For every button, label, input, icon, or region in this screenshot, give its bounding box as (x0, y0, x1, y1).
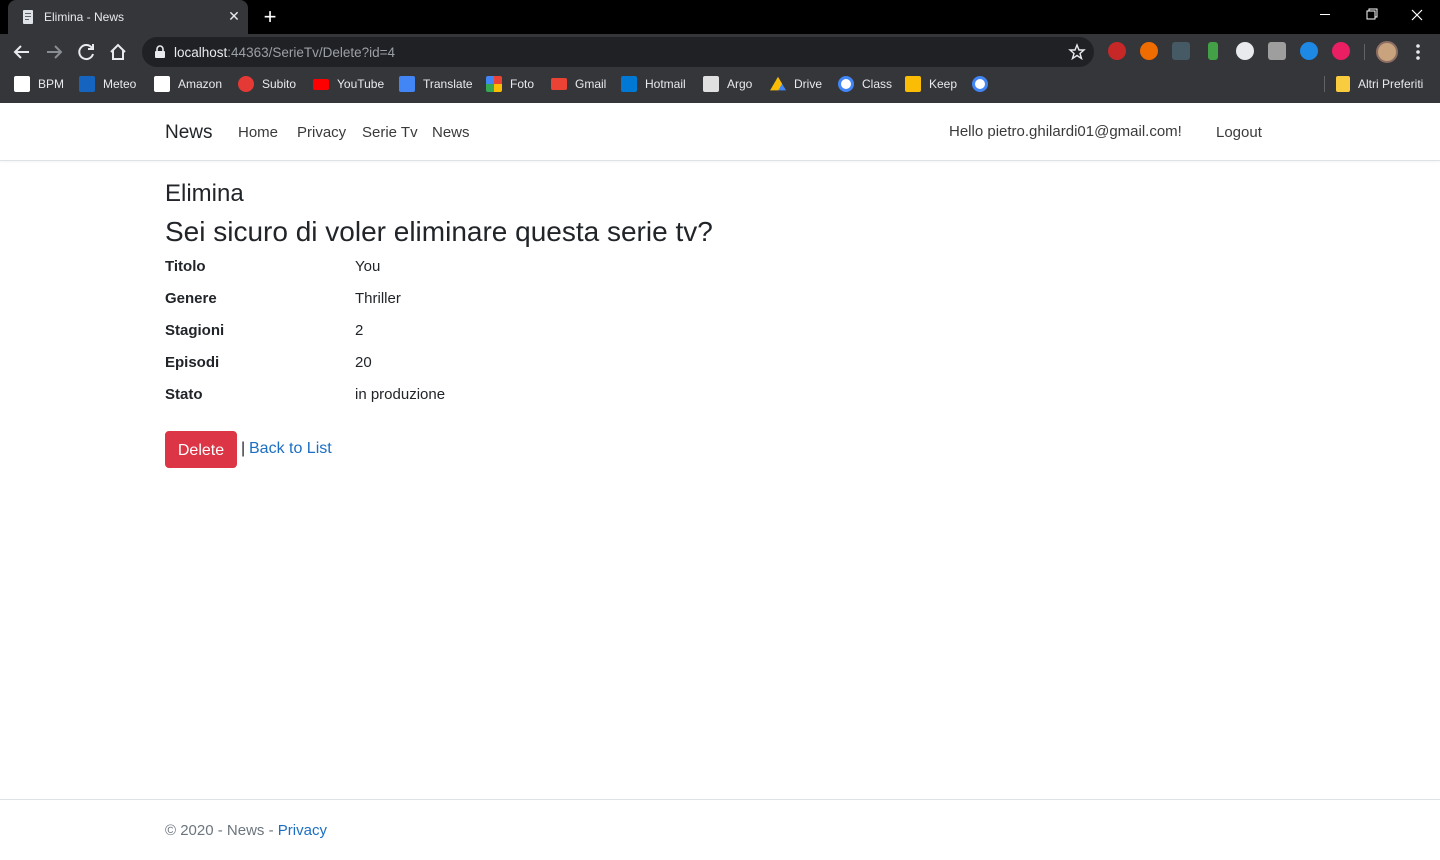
extension-icon[interactable] (1140, 42, 1158, 60)
detail-label-genere: Genere (165, 290, 217, 307)
restore-window-icon[interactable] (1348, 0, 1394, 30)
bookmark-item[interactable]: Argo (703, 75, 752, 93)
detail-value-stagioni: 2 (355, 322, 364, 339)
detail-label-titolo: Titolo (165, 258, 206, 275)
page-title: Elimina (165, 180, 244, 207)
forward-arrow-icon[interactable] (40, 38, 68, 66)
bookmark-item[interactable]: Foto (486, 75, 534, 93)
keep-icon (905, 76, 921, 92)
nav-link-privacy[interactable]: Privacy (297, 124, 346, 141)
url-path: :44363/SerieTv/Delete?id=4 (227, 45, 396, 60)
bookmark-item[interactable]: Subito (238, 75, 296, 93)
bookmark-item[interactable]: YouTube (313, 75, 384, 93)
confirm-question: Sei sicuro di voler eliminare questa ser… (165, 216, 713, 247)
detail-label-episodi: Episodi (165, 354, 220, 371)
reload-icon[interactable] (72, 38, 100, 66)
browser-toolbar: localhost:44363/SerieTv/Delete?id=4 (0, 34, 1440, 70)
user-greeting-link[interactable]: Hello pietro.ghilardi01@gmail.com! (949, 123, 1182, 140)
document-icon (23, 10, 33, 24)
back-to-list-link[interactable]: Back to List (249, 440, 332, 458)
browser-tab-active[interactable]: Elimina - News ✕ (8, 0, 248, 34)
close-window-icon[interactable] (1394, 0, 1440, 30)
detail-value-titolo: You (355, 258, 381, 275)
detail-value-stato: in produzione (355, 386, 446, 403)
footer-copyright: © 2020 - News - (165, 822, 278, 839)
bookmark-item[interactable]: Meteo (79, 75, 136, 93)
bookmark-item[interactable]: Hotmail (621, 75, 686, 93)
amazon-icon (154, 76, 170, 92)
navbar-brand[interactable]: News (165, 122, 213, 144)
bookmark-item[interactable]: Amazon (154, 75, 222, 93)
detail-value-episodi: 20 (355, 354, 372, 371)
home-icon[interactable] (104, 38, 132, 66)
google-icon (972, 76, 988, 92)
logout-button[interactable]: Logout (1216, 124, 1262, 141)
address-bar[interactable]: localhost:44363/SerieTv/Delete?id=4 (142, 37, 1094, 67)
bookmarks-divider (1324, 76, 1325, 92)
footer-text: © 2020 - News - Privacy (165, 822, 327, 839)
argo-icon (703, 76, 719, 92)
extension-icon[interactable] (1332, 42, 1350, 60)
footer-privacy-link[interactable]: Privacy (278, 822, 327, 839)
minimize-window-icon[interactable] (1302, 0, 1348, 30)
google-icon (838, 76, 854, 92)
photos-icon (486, 76, 502, 92)
bookmark-item[interactable] (972, 75, 988, 93)
url-text[interactable]: localhost:44363/SerieTv/Delete?id=4 (174, 45, 395, 60)
folder-icon (1336, 76, 1350, 92)
delete-button[interactable]: Delete (165, 431, 237, 468)
bookmark-item[interactable]: Translate (399, 75, 473, 93)
drive-icon (770, 76, 786, 91)
translate-icon (399, 76, 415, 92)
bank-icon (14, 76, 30, 92)
tab-title: Elimina - News (44, 10, 125, 24)
profile-avatar[interactable] (1376, 41, 1398, 63)
back-arrow-icon[interactable] (8, 38, 36, 66)
site-navbar: News Home Privacy Serie Tv News Hello pi… (0, 103, 1440, 161)
nav-link-news[interactable]: News (432, 124, 470, 141)
extension-icon[interactable] (1300, 42, 1318, 60)
browser-tab-strip: Elimina - News ✕ + (0, 0, 1440, 34)
bookmarks-bar: BPM Meteo Amazon Subito YouTube Translat… (0, 70, 1440, 98)
site-footer: © 2020 - News - Privacy (0, 799, 1440, 860)
other-bookmarks-folder[interactable]: Altri Preferiti (1336, 75, 1423, 93)
lock-icon[interactable] (152, 44, 168, 60)
gmail-icon (551, 78, 567, 90)
menu-kebab-icon[interactable] (1408, 40, 1428, 64)
extension-icon[interactable] (1268, 42, 1286, 60)
nav-link-home[interactable]: Home (238, 124, 278, 141)
bookmark-item[interactable]: Gmail (551, 75, 606, 93)
toolbar-divider (1364, 44, 1365, 60)
bookmark-item[interactable]: Drive (770, 75, 822, 93)
outlook-icon (621, 76, 637, 92)
bookmark-item[interactable]: Keep (905, 75, 957, 93)
extension-icon[interactable] (1208, 42, 1218, 60)
url-host: localhost (174, 45, 228, 60)
weather-icon (79, 76, 95, 92)
bookmark-item[interactable]: BPM (14, 75, 64, 93)
close-tab-icon[interactable]: ✕ (226, 8, 242, 24)
adblock-extension-icon[interactable] (1108, 42, 1126, 60)
extension-icon[interactable] (1172, 42, 1190, 60)
bookmark-star-icon[interactable] (1068, 43, 1086, 61)
detail-label-stagioni: Stagioni (165, 322, 225, 339)
extension-icon[interactable] (1236, 42, 1254, 60)
action-separator: | (241, 440, 246, 457)
youtube-icon (313, 78, 329, 90)
detail-label-stato: Stato (165, 386, 203, 403)
detail-value-genere: Thriller (355, 290, 401, 307)
subito-icon (238, 76, 254, 92)
bookmark-item[interactable]: Class (838, 75, 892, 93)
new-tab-icon[interactable]: + (260, 6, 280, 28)
nav-link-serie-tv[interactable]: Serie Tv (362, 124, 418, 141)
